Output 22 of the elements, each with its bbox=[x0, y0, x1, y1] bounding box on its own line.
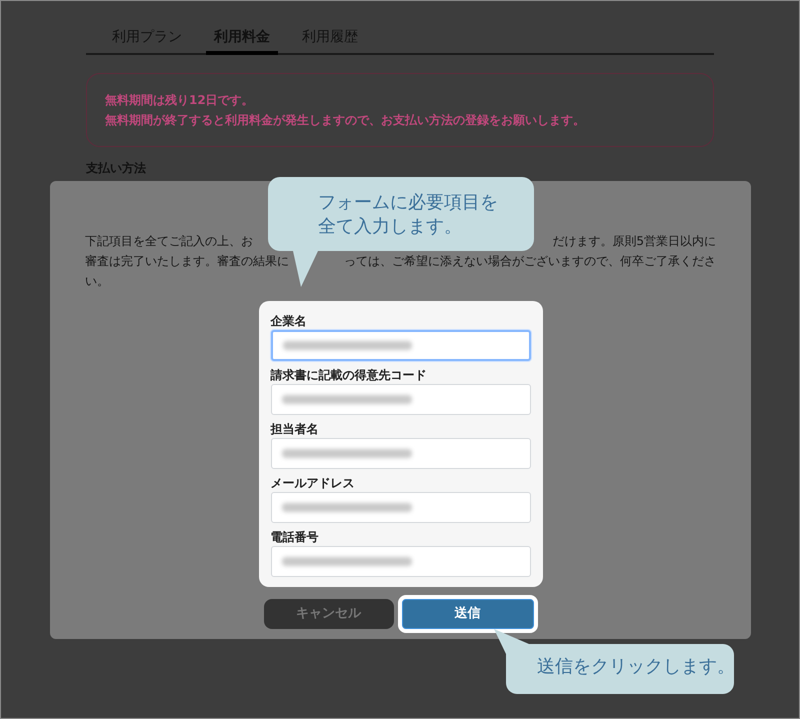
field-label: 担当者名 bbox=[270, 421, 320, 438]
notice-text: 無料期間が終了すると利用料金が発生しますので、お支払い方法の登録をお願いします。 bbox=[105, 112, 586, 129]
input-field[interactable] bbox=[270, 384, 530, 415]
cancel-button[interactable]: キャンセル bbox=[264, 599, 394, 629]
callout-text: 送信をクリックします。 bbox=[537, 655, 735, 679]
callout-text: フォームに必要項目を bbox=[318, 191, 499, 215]
field-label: メールアドレス bbox=[270, 475, 356, 492]
description-text: っては、ご希望に添えない場合がございますので、何卒ご了承くださ bbox=[344, 253, 716, 270]
submit-button[interactable]: 送信 bbox=[398, 595, 538, 633]
description-text: い。 bbox=[85, 273, 109, 290]
description-text: 審査は完了いたします。審査の結果に bbox=[85, 253, 289, 270]
callout-text: 全て入力します。 bbox=[318, 215, 463, 239]
input-field[interactable] bbox=[270, 546, 530, 577]
field-label: 電話番号 bbox=[270, 529, 320, 546]
input-field[interactable] bbox=[270, 330, 530, 361]
field-label: 請求書に記載の得意先コード bbox=[270, 367, 428, 384]
input-field[interactable] bbox=[270, 492, 530, 523]
description-text: 下記項目を全てご記入の上、お bbox=[85, 233, 253, 250]
notice-text: 無料期間は残り12日です。 bbox=[105, 92, 255, 109]
field-label: 企業名 bbox=[270, 313, 308, 330]
input-field[interactable] bbox=[270, 438, 530, 469]
description-text: だけます。原則5営業日以内に bbox=[552, 233, 716, 250]
